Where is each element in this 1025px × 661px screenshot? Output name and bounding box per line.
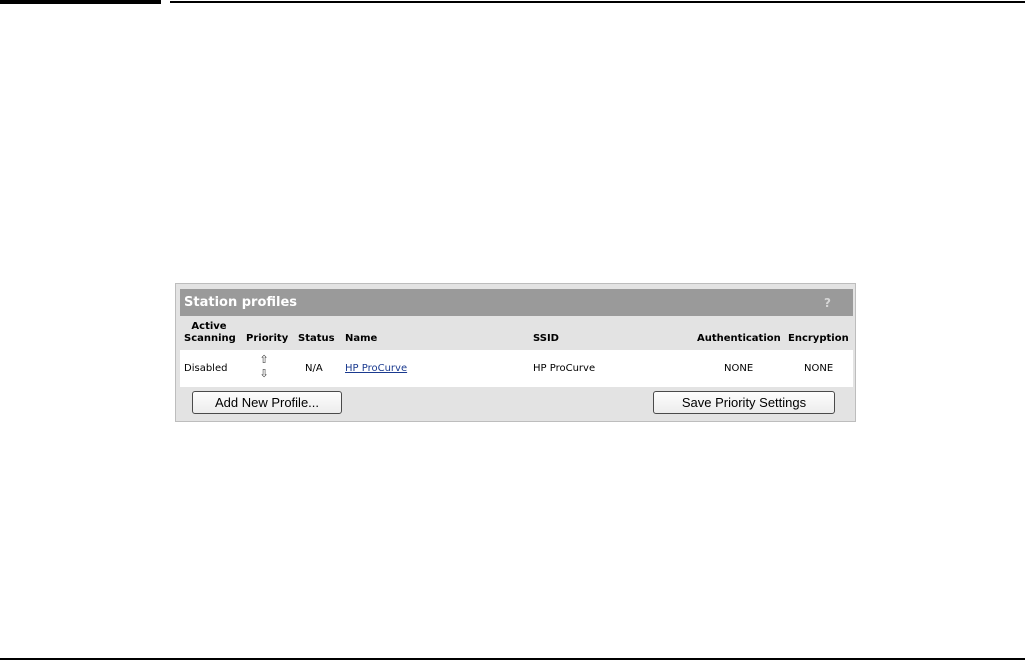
page: Station profiles ? Active Scanning Prior… (0, 0, 1025, 661)
header-rule-thick (0, 0, 161, 4)
column-header-ssid: SSID (533, 333, 559, 344)
status-value: N/A (305, 363, 323, 374)
priority-down-icon[interactable]: ⇩ (258, 368, 270, 379)
column-header-name: Name (345, 333, 378, 344)
header-rule-thin (170, 1, 1025, 3)
profile-name-link[interactable]: HP ProCurve (345, 363, 407, 375)
help-icon[interactable]: ? (824, 295, 831, 311)
footer-rule (0, 658, 1025, 660)
column-header-active-scanning-line1: Active (191, 321, 227, 332)
authentication-value: NONE (724, 363, 754, 374)
panel-title: Station profiles (184, 295, 298, 310)
priority-up-icon[interactable]: ⇧ (258, 354, 270, 365)
save-priority-settings-button[interactable]: Save Priority Settings (653, 391, 835, 414)
station-profiles-panel: Station profiles ? Active Scanning Prior… (175, 283, 856, 422)
column-header-status: Status (298, 333, 335, 344)
column-header-authentication: Authentication (697, 333, 781, 344)
add-new-profile-button[interactable]: Add New Profile... (192, 391, 342, 414)
column-header-priority: Priority (246, 333, 289, 344)
ssid-value: HP ProCurve (533, 363, 596, 374)
encryption-value: NONE (804, 363, 834, 374)
column-header-active-scanning: Active Scanning (184, 321, 236, 345)
active-scanning-value: Disabled (184, 363, 228, 374)
column-header-encryption: Encryption (788, 333, 849, 344)
column-header-active-scanning-line2: Scanning (184, 333, 236, 344)
table-row: Disabled ⇧ ⇩ N/A HP ProCurve HP ProCurve… (180, 350, 853, 387)
panel-header: Station profiles ? (180, 289, 853, 316)
